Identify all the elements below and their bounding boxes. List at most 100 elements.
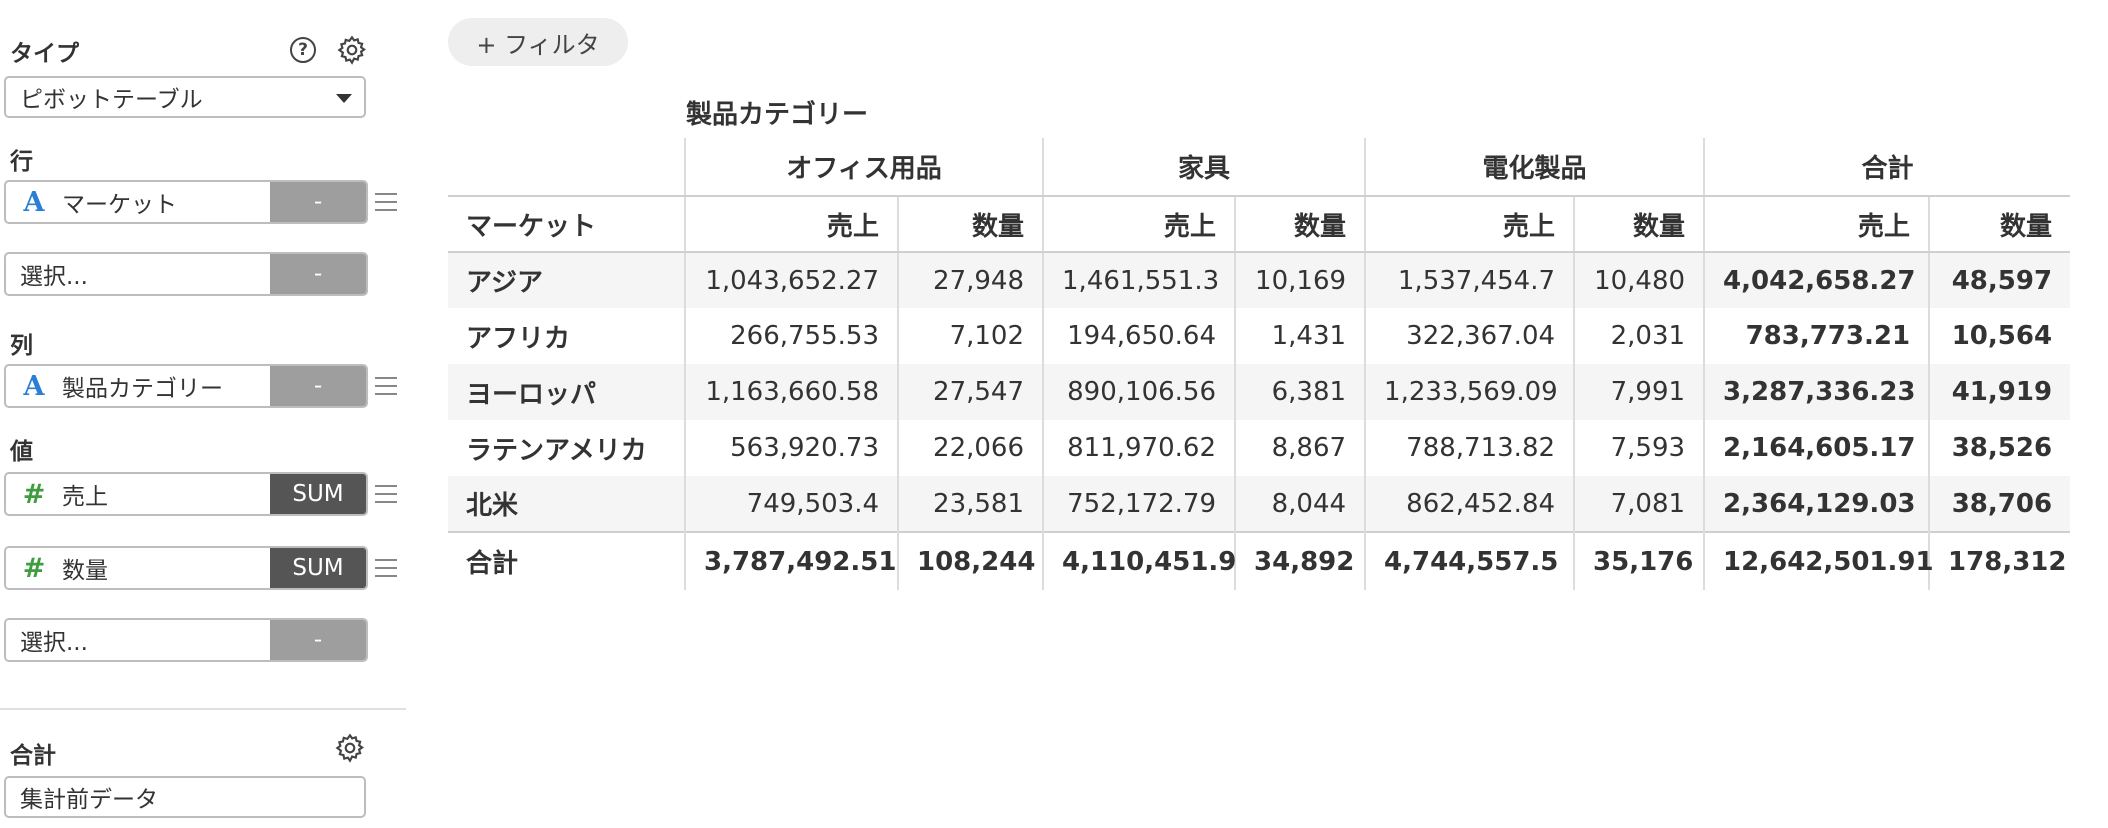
row-agg-button[interactable]: -: [270, 182, 366, 222]
row-label: アフリカ: [466, 323, 571, 354]
row-field-header[interactable]: マーケット: [448, 196, 685, 253]
table-cell: 2,164,605.17: [1703, 420, 1930, 476]
row-select-agg-button[interactable]: -: [270, 254, 366, 294]
table-cell: 38,706: [1928, 476, 2071, 532]
column-field-name: 製品カテゴリー: [62, 376, 223, 402]
measure-header[interactable]: 売上: [684, 196, 898, 253]
sum-agg-button[interactable]: SUM: [270, 548, 366, 588]
table-cell: 811,970.62: [1042, 420, 1236, 476]
table-cell: 8,044: [1234, 476, 1366, 532]
table-cell: 48,597: [1928, 252, 2071, 308]
chart-type-value: ピボットテーブル: [20, 87, 203, 113]
table-cell: 4,042,658.27: [1703, 252, 1930, 308]
table-cell: 1,537,454.7: [1364, 252, 1575, 308]
table-cell: 788,713.82: [1364, 420, 1575, 476]
type-label: タイプ: [10, 41, 79, 67]
add-filter-button[interactable]: + フィルタ: [448, 18, 628, 66]
table-cell: 749,503.4: [684, 476, 898, 532]
table-cell: 22,066: [896, 420, 1044, 476]
measure-header[interactable]: 数量: [1234, 196, 1366, 253]
table-cell: 1,461,551.3: [1042, 252, 1236, 308]
table-row: アジア 1,043,652.27 27,948 1,461,551.3 10,169 1,…: [448, 252, 2071, 308]
table-cell: 563,920.73: [684, 420, 898, 476]
column-agg-button[interactable]: -: [270, 366, 366, 406]
columns-label: 列: [10, 333, 33, 359]
column-field-pill[interactable]: A 製品カテゴリー -: [4, 364, 368, 408]
table-cell: 1,043,652.27: [684, 252, 898, 308]
drag-handle-icon[interactable]: [375, 377, 397, 395]
value-select-agg-button[interactable]: -: [270, 620, 366, 660]
group-header[interactable]: 家具: [1042, 138, 1366, 197]
table-cell: 38,526: [1928, 420, 2071, 476]
number-type-icon: #: [22, 478, 46, 510]
table-cell: 266,755.53: [684, 308, 898, 364]
table-cell: 1,431: [1234, 308, 1366, 364]
row-label: 北米: [448, 476, 685, 532]
table-cell: 8,867: [1234, 420, 1366, 476]
column-field-title: 製品カテゴリー: [686, 100, 869, 130]
drag-handle-icon[interactable]: [375, 485, 397, 503]
table-cell: 1,163,660.58: [684, 364, 898, 420]
table-cell: 322,367.04: [1364, 308, 1575, 364]
table-cell: 752,172.79: [1042, 476, 1236, 532]
rows-label: 行: [10, 149, 33, 175]
chart-type-select[interactable]: ピボットテーブル: [4, 76, 366, 118]
value-field-name: 数量: [62, 558, 108, 584]
table-cell: 6,381: [1234, 364, 1366, 420]
table-row: ラテンアメリカ 563,920.73 22,066 811,970.62 8,867 78…: [448, 420, 2071, 476]
table-cell: 783,773.21: [1703, 308, 1930, 364]
table-cell: 3,287,336.23: [1703, 364, 1930, 420]
table-cell: 7,081: [1573, 476, 1705, 532]
help-icon[interactable]: ?: [290, 37, 316, 63]
table-cell: 7,593: [1573, 420, 1705, 476]
table-cell: 41,919: [1928, 364, 2071, 420]
table-cell: 1,233,569.09: [1364, 364, 1575, 420]
measure-header[interactable]: 数量: [1573, 196, 1705, 253]
table-cell: 12,642,501.91: [1703, 531, 1934, 590]
table-cell: 890,106.56: [1042, 364, 1236, 420]
row-label: ヨーロッパ: [448, 364, 685, 420]
table-cell: 27,547: [896, 364, 1044, 420]
row-select-pill[interactable]: 選択... -: [4, 252, 368, 296]
drag-handle-icon[interactable]: [375, 193, 397, 211]
table-row: ヨーロッパ 1,163,660.58 27,547 890,106.56 6,381 1,…: [448, 364, 2071, 420]
value-field-name: 売上: [62, 484, 108, 510]
value-select-pill[interactable]: 選択... -: [4, 618, 368, 662]
group-header[interactable]: 合計: [1703, 138, 2071, 197]
sum-agg-button[interactable]: SUM: [270, 474, 366, 514]
table-cell: 10,169: [1234, 252, 1366, 308]
text-type-icon: A: [23, 370, 45, 402]
table-cell: 10,564: [1928, 308, 2071, 364]
values-label: 値: [10, 439, 33, 465]
row-select-placeholder: 選択...: [20, 264, 88, 290]
measure-header[interactable]: 売上: [1042, 196, 1236, 253]
chevron-down-icon: [336, 94, 352, 103]
measure-header[interactable]: 売上: [1364, 196, 1575, 253]
measure-header[interactable]: 売上: [1703, 196, 1930, 253]
settings-panel: タイプ ? ピボットテーブル 行 A マーケット - 選択... - 列 A 製品カ…: [0, 0, 408, 828]
table-cell: 2,031: [1573, 308, 1705, 364]
value-field-pill-quantity[interactable]: # 数量 SUM: [4, 546, 368, 590]
gear-icon[interactable]: [334, 732, 366, 764]
row-label: 合計: [448, 531, 685, 590]
total-method-input[interactable]: 集計前データ: [4, 776, 366, 818]
pivot-table: オフィス用品 家具 電化製品 合計 マーケット 売上 数量 売上 数量 売上 数…: [448, 138, 2071, 590]
value-select-placeholder: 選択...: [20, 630, 88, 656]
gear-icon[interactable]: [336, 34, 368, 66]
measure-header[interactable]: 数量: [1928, 196, 2071, 253]
table-cell: 23,581: [896, 476, 1044, 532]
table-cell: 862,452.84: [1364, 476, 1575, 532]
table-cell: 34,892: [1234, 531, 1366, 590]
total-label: 合計: [10, 743, 56, 769]
measure-header[interactable]: 数量: [896, 196, 1044, 253]
total-method-value: 集計前データ: [20, 787, 158, 813]
row-field-pill[interactable]: A マーケット -: [4, 180, 368, 224]
table-row: アフリカ 266,755.53 7,102 194,650.64 1,431 322,36…: [448, 308, 2071, 364]
drag-handle-icon[interactable]: [375, 559, 397, 577]
group-header[interactable]: オフィス用品: [683, 138, 1044, 197]
table-cell: 4,110,451.9: [1042, 531, 1236, 590]
table-row: 北米 749,503.4 23,581 752,172.79 8,044 862,452.…: [448, 476, 2071, 532]
group-header[interactable]: 電化製品: [1364, 138, 1705, 197]
table-cell: 194,650.64: [1042, 308, 1236, 364]
value-field-pill-sales[interactable]: # 売上 SUM: [4, 472, 368, 516]
